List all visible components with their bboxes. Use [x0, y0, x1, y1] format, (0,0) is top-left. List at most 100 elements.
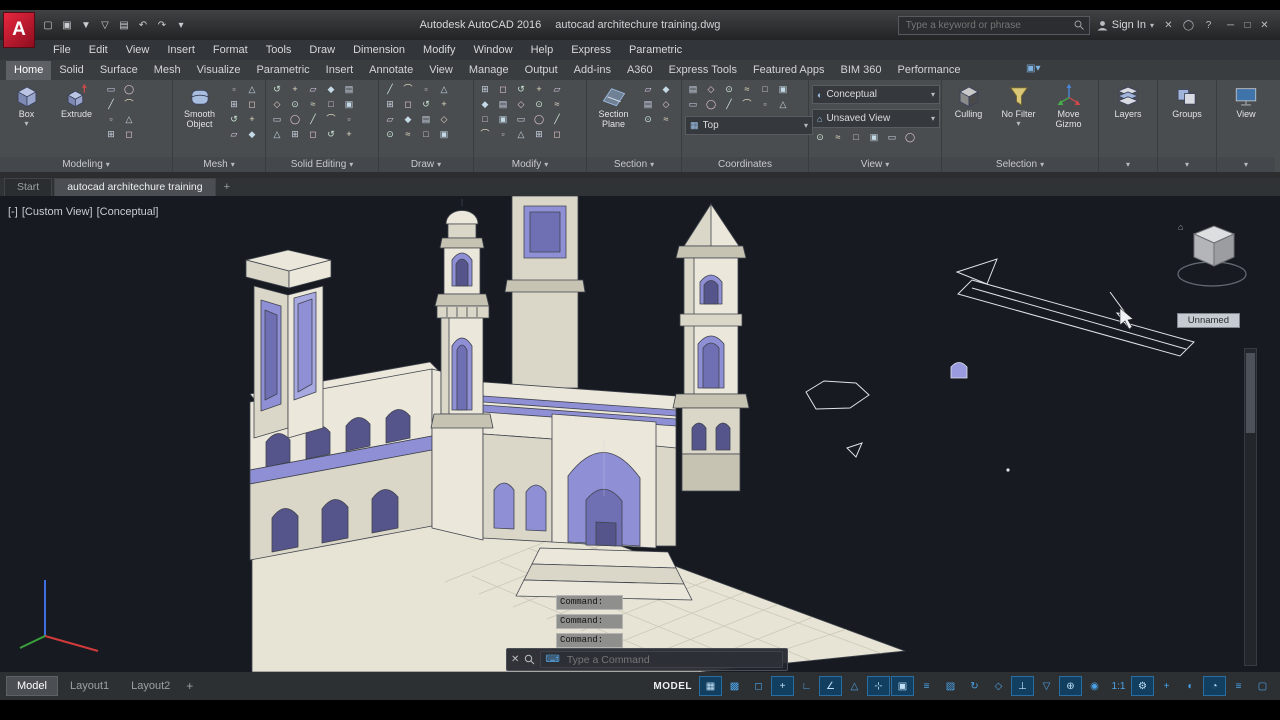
tool-icon[interactable]: ▤ [495, 98, 511, 111]
tool-icon[interactable]: ◻ [121, 128, 137, 141]
clean-screen-icon[interactable]: ▢ [1251, 676, 1274, 696]
tool-icon[interactable]: ▤ [640, 98, 656, 111]
tool-icon[interactable]: ↺ [418, 98, 434, 111]
tool-icon[interactable]: ⌒ [323, 113, 339, 126]
tool-icon[interactable]: ▱ [305, 83, 321, 96]
panel-label-draw[interactable]: Draw ▾ [379, 157, 473, 172]
panel-label-mesh[interactable]: Mesh ▾ [173, 157, 265, 172]
ribbon-tab-visualize[interactable]: Visualize [189, 61, 249, 80]
ribbon-display-toggle[interactable]: ▣▾ [1026, 63, 1040, 77]
panel-expand-view[interactable]: ▾ [1217, 157, 1275, 172]
tool-icon[interactable]: □ [757, 83, 773, 96]
ribbon-tab-mesh[interactable]: Mesh [146, 61, 189, 80]
panel-label-selection[interactable]: Selection ▾ [942, 157, 1098, 172]
tool-icon[interactable]: ◇ [436, 113, 452, 126]
tool-icon[interactable]: ◯ [703, 98, 719, 111]
ribbon-tab-a360[interactable]: A360 [619, 61, 661, 80]
tool-icon[interactable]: ▱ [382, 113, 398, 126]
tool-icon[interactable]: ⌒ [477, 128, 493, 141]
menu-dimension[interactable]: Dimension [344, 42, 414, 58]
layers-button[interactable]: Layers [1105, 83, 1152, 157]
tool-icon[interactable]: □ [323, 98, 339, 111]
lineweight-icon[interactable]: ≡ [915, 676, 938, 696]
tool-icon[interactable]: ≈ [549, 98, 565, 111]
layout-tab-layout1[interactable]: Layout1 [60, 677, 119, 695]
ribbon-tab-output[interactable]: Output [517, 61, 566, 80]
ribbon-tab-view[interactable]: View [421, 61, 461, 80]
customization-menu-icon[interactable]: ≡ [1227, 676, 1250, 696]
tool-icon[interactable]: □ [848, 131, 864, 144]
ucs-icon[interactable] [19, 580, 99, 652]
infer-constraints-icon[interactable]: ◻ [747, 676, 770, 696]
tool-icon[interactable]: ▫ [103, 113, 119, 126]
exchange-apps-icon[interactable]: ✕ [1161, 20, 1176, 31]
tool-icon[interactable]: ≈ [830, 131, 846, 144]
undo-icon[interactable]: ↶ [135, 20, 151, 31]
tool-icon[interactable]: △ [436, 83, 452, 96]
tool-icon[interactable]: ▱ [549, 83, 565, 96]
menu-modify[interactable]: Modify [414, 42, 464, 58]
tool-icon[interactable]: ▭ [513, 113, 529, 126]
quick-access-menu-icon[interactable]: ▾ [173, 20, 189, 31]
tool-icon[interactable]: ◆ [658, 83, 674, 96]
tool-icon[interactable]: ⊞ [226, 98, 242, 111]
tool-icon[interactable]: ▭ [103, 83, 119, 96]
tool-icon[interactable]: ⊞ [531, 128, 547, 141]
tool-icon[interactable]: ⊞ [382, 98, 398, 111]
box-button[interactable]: Box ▾ [3, 83, 50, 157]
tool-icon[interactable]: □ [477, 113, 493, 126]
search-icon[interactable] [1074, 20, 1084, 30]
tool-icon[interactable]: ▫ [418, 83, 434, 96]
tool-icon[interactable]: ◇ [513, 98, 529, 111]
object-snap-icon[interactable]: ▣ [891, 676, 914, 696]
ribbon-tab-surface[interactable]: Surface [92, 61, 146, 80]
graphics-performance-icon[interactable]: ◔ [1203, 676, 1226, 696]
tool-icon[interactable]: ⊙ [382, 128, 398, 141]
tool-icon[interactable]: ◇ [658, 98, 674, 111]
panel-label-coordinates[interactable]: Coordinates [682, 157, 808, 172]
tool-icon[interactable]: ◇ [269, 98, 285, 111]
autodesk-360-icon[interactable]: ◯ [1181, 20, 1196, 31]
tool-icon[interactable]: ╱ [305, 113, 321, 126]
file-tab-document[interactable]: autocad architechure training [54, 178, 216, 196]
tool-icon[interactable]: ▤ [418, 113, 434, 126]
view-control[interactable]: [Custom View] [22, 206, 93, 218]
tool-icon[interactable]: ▣ [436, 128, 452, 141]
search-icon[interactable] [524, 654, 535, 665]
tool-icon[interactable]: ▫ [226, 83, 242, 96]
workspace-switching-icon[interactable]: ⚙ [1131, 676, 1154, 696]
tool-icon[interactable]: + [287, 83, 303, 96]
tool-icon[interactable]: ◯ [287, 113, 303, 126]
tool-icon[interactable]: ≈ [400, 128, 416, 141]
tool-icon[interactable]: △ [121, 113, 137, 126]
panel-label-view[interactable]: View ▾ [809, 157, 941, 172]
ribbon-tab-solid[interactable]: Solid [51, 61, 91, 80]
transparency-icon[interactable]: ▨ [939, 676, 962, 696]
tool-icon[interactable]: ◻ [549, 128, 565, 141]
ribbon-tab-bim-360[interactable]: BIM 360 [833, 61, 890, 80]
tool-icon[interactable]: ⊞ [103, 128, 119, 141]
new-layout-button[interactable]: + [180, 679, 199, 693]
ribbon-tab-add-ins[interactable]: Add-ins [566, 61, 619, 80]
annotation-scale-icon[interactable]: 1:1 [1107, 676, 1130, 696]
ortho-mode-icon[interactable]: ∟ [795, 676, 818, 696]
tool-icon[interactable]: ▭ [269, 113, 285, 126]
viewport-menu-control[interactable]: [-] [8, 206, 18, 218]
selection-cycling-icon[interactable]: ↻ [963, 676, 986, 696]
redo-icon[interactable]: ↷ [154, 20, 170, 31]
tool-icon[interactable]: ↺ [323, 128, 339, 141]
tool-icon[interactable]: △ [269, 128, 285, 141]
wireframe-sketch[interactable] [805, 258, 1195, 472]
menu-help[interactable]: Help [522, 42, 563, 58]
tool-icon[interactable]: ⌒ [121, 98, 137, 111]
snap-mode-icon[interactable]: ▩ [723, 676, 746, 696]
ribbon-tab-express-tools[interactable]: Express Tools [661, 61, 745, 80]
tool-icon[interactable]: ╱ [549, 113, 565, 126]
tool-icon[interactable]: ◇ [703, 83, 719, 96]
tool-icon[interactable]: + [531, 83, 547, 96]
layout-tab-layout2[interactable]: Layout2 [121, 677, 180, 695]
tool-icon[interactable]: △ [244, 83, 260, 96]
close-button[interactable]: ✕ [1257, 20, 1272, 31]
tool-icon[interactable]: ▫ [341, 113, 357, 126]
named-view-dropdown[interactable]: ⌂ Unsaved View ▾ [812, 109, 940, 128]
